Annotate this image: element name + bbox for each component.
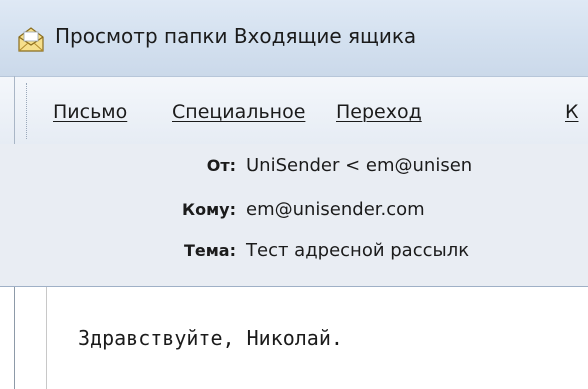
menu-item-message[interactable]: Письмо bbox=[53, 100, 127, 124]
toolbar-grip[interactable] bbox=[26, 83, 29, 139]
window-title-bar: Просмотр папки Входящие ящика bbox=[0, 0, 588, 76]
body-left-border bbox=[14, 287, 15, 389]
header-to-row: Кому: em@unisender.com bbox=[0, 198, 588, 228]
header-from-row: От: UniSender < em@unisen bbox=[0, 154, 588, 184]
menu-item-truncated[interactable]: К bbox=[565, 100, 579, 124]
to-label: Кому: bbox=[182, 200, 236, 219]
header-subject-row: Тема: Тест адресной рассылк bbox=[0, 239, 588, 269]
menu-item-go[interactable]: Переход bbox=[336, 100, 422, 124]
envelope-folder-icon bbox=[16, 25, 46, 55]
subject-value: Тест адресной рассылк bbox=[246, 240, 470, 261]
to-value[interactable]: em@unisender.com bbox=[246, 199, 425, 220]
message-header: От: UniSender < em@unisen Кому: em@unise… bbox=[0, 144, 588, 287]
from-label: От: bbox=[206, 156, 236, 175]
from-value[interactable]: UniSender < em@unisen bbox=[246, 155, 472, 176]
menu-bar: Письмо Специальное Переход К bbox=[0, 76, 588, 145]
subject-label: Тема: bbox=[183, 241, 236, 260]
window-frame-edge bbox=[14, 76, 15, 144]
window-title: Просмотр папки Входящие ящика bbox=[55, 24, 417, 48]
menu-item-special[interactable]: Специальное bbox=[172, 100, 305, 124]
body-gutter bbox=[0, 287, 47, 389]
message-body-text: Здравствуйте, Николай. bbox=[78, 326, 343, 350]
message-body-area[interactable]: Здравствуйте, Николай. bbox=[0, 287, 588, 389]
